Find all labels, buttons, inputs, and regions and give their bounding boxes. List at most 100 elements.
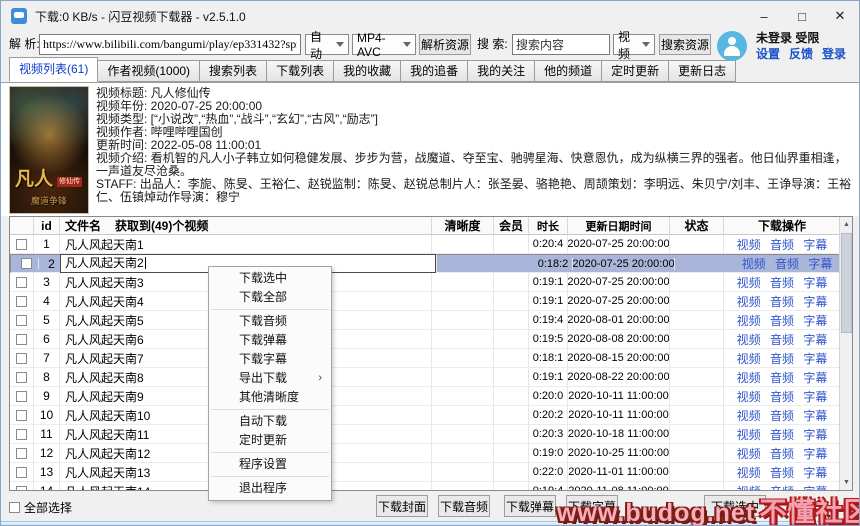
- row-checkbox[interactable]: [16, 409, 27, 421]
- table-row[interactable]: 1 凡人风起天南1 0:20:4 2020-07-25 20:00:00 视频 音频 字幕: [10, 235, 852, 254]
- download-video-link[interactable]: 视频: [737, 445, 761, 462]
- download-video-link[interactable]: 视频: [742, 255, 766, 272]
- scroll-up-arrow-icon[interactable]: ▲: [840, 217, 852, 232]
- download-subtitle-link[interactable]: 字幕: [803, 426, 827, 443]
- download-subtitle-link[interactable]: 字幕: [803, 331, 827, 348]
- download-audio-link[interactable]: 音频: [770, 369, 794, 386]
- table-row[interactable]: 7 凡人风起天南7 0:18:1 2020-08-15 20:00:00 视频 音频 字幕: [10, 349, 852, 368]
- vertical-scrollbar[interactable]: ▲ ▼: [839, 217, 852, 490]
- download-video-link[interactable]: 视频: [737, 274, 761, 291]
- download-audio-link[interactable]: 音频: [770, 236, 794, 253]
- menu-item[interactable]: 退出程序: [209, 479, 331, 498]
- download-video-link[interactable]: 视频: [737, 407, 761, 424]
- login-link[interactable]: 登录: [822, 45, 846, 62]
- row-checkbox[interactable]: [16, 314, 27, 326]
- download-video-link[interactable]: 视频: [737, 350, 761, 367]
- download-audio-link[interactable]: 音频: [770, 407, 794, 424]
- tab-6[interactable]: 我的关注: [468, 60, 536, 82]
- table-row[interactable]: 10 凡人风起天南10 0:20:2 2020-10-11 11:00:00 视频 音频字…: [10, 406, 852, 425]
- table-row[interactable]: 14凡人风起天南140:19:42020-11-08 11:00:00视频音频字…: [10, 482, 852, 491]
- table-row[interactable]: 9 凡人风起天南9 0:20:0 2020-10-11 11:00:00 视频 音频 字幕: [10, 387, 852, 406]
- scroll-down-arrow-icon[interactable]: ▼: [840, 475, 852, 490]
- tab-1[interactable]: 作者视频(1000): [98, 60, 201, 82]
- row-checkbox[interactable]: [16, 466, 27, 478]
- tab-2[interactable]: 搜索列表: [200, 60, 268, 82]
- menu-item[interactable]: 下载选中: [209, 269, 331, 288]
- download-audio-link[interactable]: 音频: [775, 255, 799, 272]
- download-audio-link[interactable]: 音频: [770, 388, 794, 405]
- row-checkbox[interactable]: [16, 428, 27, 440]
- row-checkbox[interactable]: [21, 258, 32, 269]
- search-type-select[interactable]: 视频: [613, 30, 655, 61]
- tab-3[interactable]: 下载列表: [267, 60, 335, 82]
- row-checkbox[interactable]: [16, 447, 27, 459]
- download-video-link[interactable]: 视频: [737, 388, 761, 405]
- tab-9[interactable]: 更新日志: [669, 60, 737, 82]
- download-selected-button[interactable]: 下载选中: [704, 495, 766, 517]
- download-audio-link[interactable]: 音频: [770, 464, 794, 481]
- menu-item[interactable]: 自动下载: [209, 412, 331, 431]
- download-audio-link[interactable]: 音频: [770, 331, 794, 348]
- row-checkbox[interactable]: [16, 238, 27, 250]
- download-video-link[interactable]: 视频: [737, 293, 761, 310]
- table-row[interactable]: 12 凡人风起天南12 0:19:0 2020-10-25 11:00:00 视频 音频字…: [10, 444, 852, 463]
- download-subtitle-link[interactable]: 字幕: [803, 464, 827, 481]
- download-audio-link[interactable]: 音频: [770, 350, 794, 367]
- download-subtitle-link[interactable]: 字幕: [803, 293, 827, 310]
- search-button[interactable]: 搜索资源: [659, 34, 711, 55]
- menu-item[interactable]: 导出下载 ›: [209, 369, 331, 388]
- parse-button[interactable]: 解析资源: [419, 34, 471, 55]
- download-subtitle-link[interactable]: 字幕: [803, 312, 827, 329]
- download-subtitle-button[interactable]: 下载字幕: [566, 495, 618, 517]
- download-audio-link[interactable]: 音频: [770, 312, 794, 329]
- row-checkbox[interactable]: [16, 371, 27, 383]
- download-video-link[interactable]: 视频: [737, 464, 761, 481]
- download-audio-link[interactable]: 音频: [770, 483, 794, 491]
- format-select[interactable]: MP4-AVC: [352, 31, 416, 59]
- select-all[interactable]: 全部选择: [9, 499, 72, 516]
- download-danmaku-button[interactable]: 下载弹幕: [504, 495, 556, 517]
- avatar[interactable]: [717, 31, 747, 61]
- download-video-link[interactable]: 视频: [737, 331, 761, 348]
- feedback-link[interactable]: 反馈: [789, 45, 813, 62]
- menu-item[interactable]: 下载字幕: [209, 350, 331, 369]
- download-audio-link[interactable]: 音频: [770, 445, 794, 462]
- download-subtitle-link[interactable]: 字幕: [803, 350, 827, 367]
- table-row[interactable]: 6 凡人风起天南6 0:19:5 2020-08-08 20:00:00 视频 音频 字幕: [10, 330, 852, 349]
- download-video-link[interactable]: 视频: [737, 426, 761, 443]
- table-row[interactable]: 13 凡人风起天南13 0:22:0 2020-11-01 11:00:00 视频 音频字…: [10, 463, 852, 482]
- download-audio-link[interactable]: 音频: [770, 293, 794, 310]
- download-video-link[interactable]: 视频: [737, 369, 761, 386]
- select-all-checkbox[interactable]: [9, 502, 20, 513]
- menu-item[interactable]: 下载全部: [209, 288, 331, 307]
- table-row[interactable]: 3 凡人风起天南3 0:19:1 2020-07-25 20:00:00 视频 音频 字幕: [10, 273, 852, 292]
- tab-0[interactable]: 视频列表(61): [9, 57, 99, 82]
- row-checkbox[interactable]: [16, 276, 27, 288]
- download-audio-button[interactable]: 下载音频: [438, 495, 490, 517]
- tab-4[interactable]: 我的收藏: [334, 60, 402, 82]
- download-video-link[interactable]: 视频: [737, 312, 761, 329]
- download-subtitle-link[interactable]: 字幕: [803, 236, 827, 253]
- close-button[interactable]: ✕: [821, 1, 859, 31]
- download-video-link[interactable]: 视频: [737, 483, 761, 491]
- menu-item[interactable]: 下载弹幕: [209, 331, 331, 350]
- download-cover-button[interactable]: 下载封面: [376, 495, 428, 517]
- download-audio-link[interactable]: 音频: [770, 426, 794, 443]
- maximize-button[interactable]: □: [783, 1, 821, 31]
- settings-link[interactable]: 设置: [756, 45, 780, 62]
- tab-5[interactable]: 我的追番: [401, 60, 469, 82]
- minimize-button[interactable]: –: [745, 1, 783, 31]
- url-input[interactable]: [39, 34, 301, 55]
- scrollbar-thumb[interactable]: [841, 233, 852, 333]
- download-subtitle-link[interactable]: 字幕: [803, 445, 827, 462]
- table-row[interactable]: 8 凡人风起天南8 0:19:1 2020-08-22 20:00:00 视频 音频 字幕: [10, 368, 852, 387]
- table-row[interactable]: 11 凡人风起天南11 0:20:3 2020-10-18 11:00:00 视频 音频字…: [10, 425, 852, 444]
- table-row[interactable]: 5 凡人风起天南5 0:19:4 2020-08-01 20:00:00 视频 音频 字幕: [10, 311, 852, 330]
- download-subtitle-link[interactable]: 字幕: [803, 369, 827, 386]
- download-subtitle-link[interactable]: 字幕: [803, 388, 827, 405]
- download-audio-link[interactable]: 音频: [770, 274, 794, 291]
- quality-select[interactable]: 自动: [305, 30, 349, 61]
- menu-item[interactable]: 下载音频: [209, 312, 331, 331]
- table-row[interactable]: 4 凡人风起天南4 0:19:1 2020-07-25 20:00:00 视频 音频 字幕: [10, 292, 852, 311]
- tab-8[interactable]: 定时更新: [602, 60, 670, 82]
